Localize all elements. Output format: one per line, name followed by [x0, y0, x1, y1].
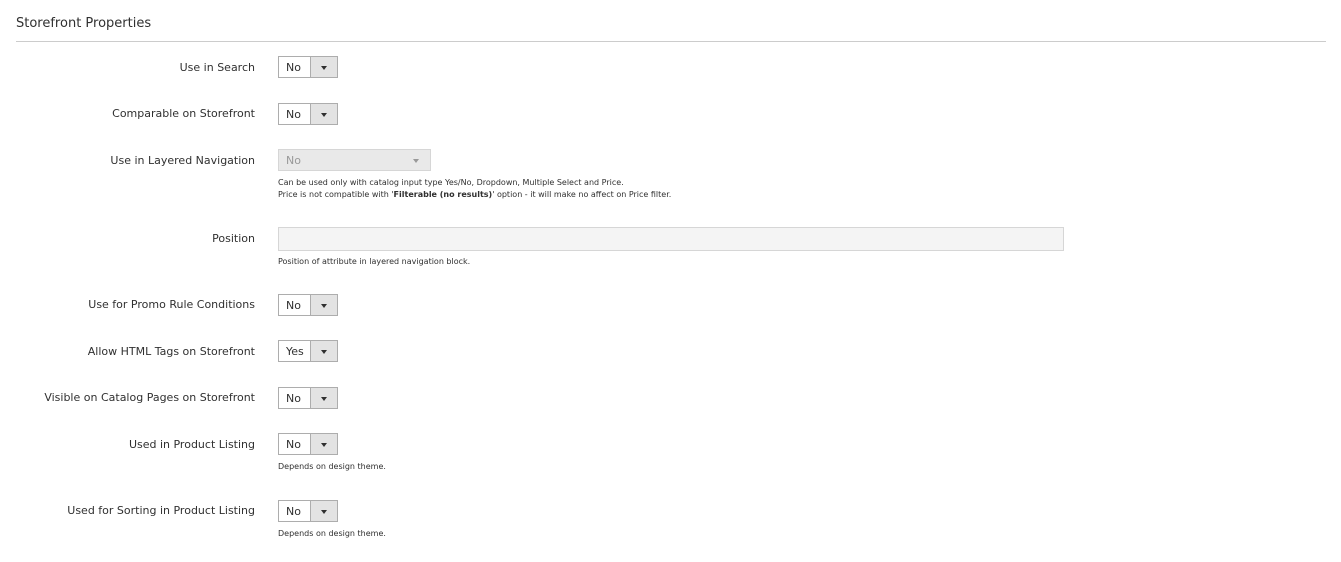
promo-rule-dropdown-button[interactable]: [310, 295, 337, 315]
chevron-down-icon: [321, 113, 327, 117]
layered-nav-select: No: [278, 149, 431, 171]
sorting-label: Used for Sorting in Product Listing: [67, 504, 255, 517]
promo-rule-label: Use for Promo Rule Conditions: [88, 298, 255, 311]
chevron-down-icon: [321, 510, 327, 514]
visible-catalog-select[interactable]: No: [278, 387, 338, 409]
sorting-dropdown-button[interactable]: [310, 501, 337, 521]
section-divider: [16, 41, 1326, 42]
position-note: Position of attribute in layered navigat…: [278, 257, 471, 266]
note-bold-text: Filterable (no results): [393, 190, 493, 199]
use-in-search-value: No: [286, 61, 301, 74]
use-in-search-label: Use in Search: [179, 61, 255, 74]
comparable-label: Comparable on Storefront: [112, 107, 255, 120]
product-listing-select[interactable]: No: [278, 433, 338, 455]
comparable-value: No: [286, 108, 301, 121]
storefront-properties-panel: Storefront Properties Use in Search No C…: [0, 0, 1341, 562]
position-label: Position: [212, 232, 255, 245]
sorting-select[interactable]: No: [278, 500, 338, 522]
visible-catalog-dropdown-button[interactable]: [310, 388, 337, 408]
sorting-note: Depends on design theme.: [278, 529, 386, 538]
visible-catalog-value: No: [286, 392, 301, 405]
layered-nav-note-line2: Price is not compatible with 'Filterable…: [278, 189, 671, 201]
note-text: Price is not compatible with ': [278, 190, 394, 199]
chevron-down-icon: [321, 304, 327, 308]
layered-nav-value: No: [286, 154, 301, 167]
layered-nav-note-line1: Can be used only with catalog input type…: [278, 178, 624, 187]
layered-nav-label: Use in Layered Navigation: [110, 154, 255, 167]
chevron-down-icon: [321, 66, 327, 70]
allow-html-value: Yes: [286, 345, 304, 358]
allow-html-dropdown-button[interactable]: [310, 341, 337, 361]
note-text: ' option - it will make no affect on Pri…: [492, 190, 672, 199]
product-listing-value: No: [286, 438, 301, 451]
visible-catalog-label: Visible on Catalog Pages on Storefront: [44, 391, 255, 404]
use-in-search-dropdown-button[interactable]: [310, 57, 337, 77]
product-listing-label: Used in Product Listing: [128, 438, 255, 451]
layered-nav-note: Can be used only with catalog input type…: [278, 177, 671, 201]
allow-html-select[interactable]: Yes: [278, 340, 338, 362]
chevron-down-icon: [321, 397, 327, 401]
promo-rule-value: No: [286, 299, 301, 312]
allow-html-label: Allow HTML Tags on Storefront: [87, 345, 255, 358]
comparable-select[interactable]: No: [278, 103, 338, 125]
chevron-down-icon: [413, 159, 419, 163]
section-title: Storefront Properties: [16, 16, 152, 31]
chevron-down-icon: [321, 443, 327, 447]
use-in-search-select[interactable]: No: [278, 56, 338, 78]
chevron-down-icon: [321, 350, 327, 354]
layered-nav-dropdown-button: [404, 150, 430, 170]
position-input[interactable]: [278, 227, 1064, 251]
promo-rule-select[interactable]: No: [278, 294, 338, 316]
sorting-value: No: [286, 505, 301, 518]
product-listing-note: Depends on design theme.: [278, 462, 386, 471]
product-listing-dropdown-button[interactable]: [310, 434, 337, 454]
comparable-dropdown-button[interactable]: [310, 104, 337, 124]
